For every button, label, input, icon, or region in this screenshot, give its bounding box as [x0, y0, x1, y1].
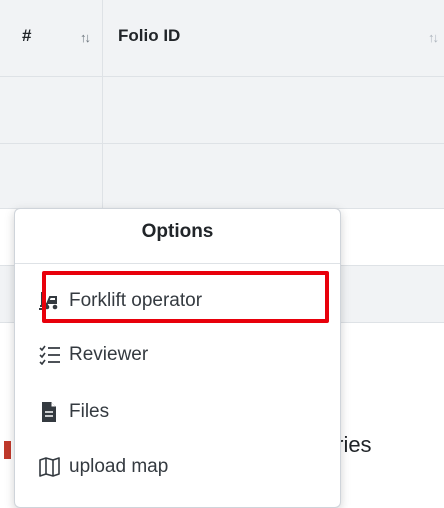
table-row: 1 ENT2009935	[0, 144, 444, 340]
map-icon	[39, 457, 63, 477]
status-marker	[4, 441, 11, 459]
menu-item-forklift-operator[interactable]: Forklift operator	[39, 281, 329, 321]
menu-item-reviewer[interactable]: Reviewer	[39, 335, 329, 375]
sort-icon[interactable]: ↑↓	[428, 30, 439, 45]
forklift-icon	[39, 291, 63, 311]
column-header-index[interactable]: #	[22, 26, 31, 46]
column-header-folio-id[interactable]: Folio ID	[118, 26, 180, 46]
menu-item-label: Files	[69, 401, 110, 422]
table-header-row: # ↑↓ Folio ID ↑↓	[0, 0, 444, 77]
menu-item-upload-map[interactable]: upload map	[39, 447, 329, 487]
menu-item-label: upload map	[69, 456, 169, 477]
menu-item-label: Reviewer	[69, 344, 149, 365]
sort-icon[interactable]: ↑↓	[80, 30, 91, 45]
menu-item-files[interactable]: Files	[39, 392, 329, 432]
file-icon	[39, 402, 63, 422]
dropdown-title: Options	[141, 221, 214, 242]
filter-row	[0, 77, 444, 207]
menu-item-label: Forklift operator	[69, 290, 203, 311]
list-check-icon	[39, 345, 63, 365]
dropdown-divider	[15, 263, 340, 264]
options-dropdown-menu: Options Forklift operator Reviewer Files…	[14, 208, 341, 508]
